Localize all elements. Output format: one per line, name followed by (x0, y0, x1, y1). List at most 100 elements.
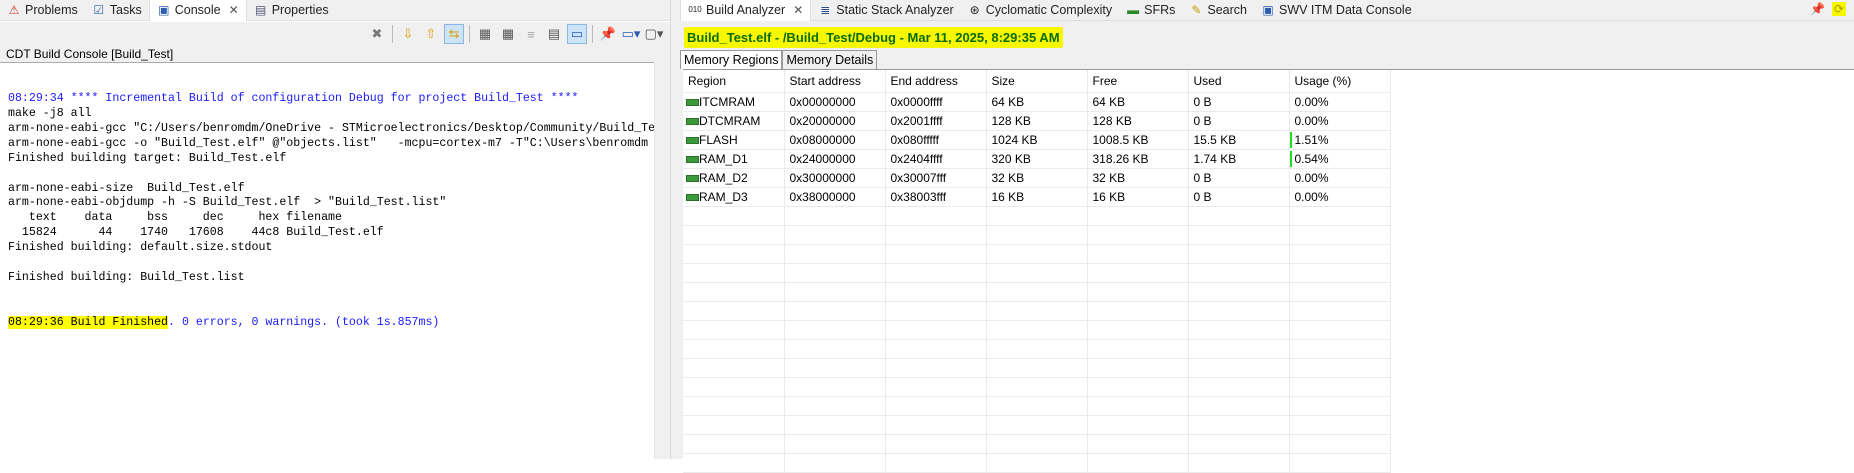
column-header[interactable]: Free (1087, 70, 1189, 93)
console-title: CDT Build Console [Build_Test] (0, 46, 670, 63)
panel-sash[interactable] (670, 0, 680, 459)
show-console-icon[interactable]: ▭ (567, 24, 587, 44)
usage-text: 0.00% (1294, 113, 1329, 128)
table-row[interactable]: RAM_D3 0x38000000 0x38003fff 16 KB 16 KB 0 B 0… (683, 187, 1391, 207)
empty-cell (1289, 396, 1391, 416)
table-header: Region Start address End address Size Free Us… (683, 70, 1391, 93)
close-icon[interactable]: ✕ (793, 3, 803, 17)
display-console-icon[interactable]: ▭▾ (621, 24, 641, 44)
stack-icon: ≣ (820, 3, 831, 17)
clear-console-icon[interactable]: ▤ (544, 24, 564, 44)
table-row[interactable]: RAM_D2 0x30000000 0x30007fff 32 KB 32 KB 0 B 0… (683, 168, 1391, 188)
right-tab-bar: 010 Build Analyzer ✕ ≣ Static Stack Analyze… (680, 0, 1854, 21)
empty-cell (1087, 358, 1189, 378)
table-row[interactable]: ITCMRAM 0x00000000 0x0000ffff 64 KB 64 KB 0 B… (683, 92, 1391, 112)
console-output[interactable]: 08:29:34 **** Incremental Build of confi… (0, 62, 654, 361)
column-header[interactable]: Size (986, 70, 1088, 93)
end-text: 0x30007fff (890, 170, 947, 185)
empty-cell (784, 244, 886, 264)
cell-end: 0x0000ffff (885, 92, 987, 112)
column-header[interactable]: Start address (784, 70, 886, 93)
empty-cell (1087, 434, 1189, 454)
table-row[interactable]: DTCMRAM 0x20000000 0x2001ffff 128 KB 128 KB 0… (683, 111, 1391, 131)
column-header[interactable]: Region (683, 70, 785, 93)
empty-cell (885, 358, 987, 378)
column-header[interactable]: End address (885, 70, 987, 93)
build-file-title: Build_Test.elf - /Build_Test/Debug - Mar… (684, 27, 1063, 48)
tab-memory-regions[interactable]: Memory Regions (680, 50, 783, 69)
column-header[interactable]: Used (1188, 70, 1290, 93)
empty-cell (986, 301, 1088, 321)
cell-used: 0 B (1188, 187, 1290, 207)
pin-console-icon[interactable]: 📌 (598, 24, 618, 44)
tab-problems[interactable]: ⚠ Problems (0, 0, 85, 21)
empty-cell (1289, 415, 1391, 435)
table-row[interactable]: RAM_D1 0x24000000 0x2404ffff 320 KB 318.26 K… (683, 149, 1391, 169)
tab-memory-details[interactable]: Memory Details (782, 50, 878, 69)
tab-build-analyzer[interactable]: 010 Build Analyzer ✕ (680, 0, 812, 21)
word-wrap-icon[interactable]: ≡ (521, 24, 541, 44)
start-text: 0x20000000 (789, 113, 856, 128)
free-text: 64 KB (1092, 94, 1126, 109)
cell-start: 0x00000000 (784, 92, 886, 112)
empty-cell (1289, 339, 1391, 359)
tab-static-stack-analyzer[interactable]: ≣ Static Stack Analyzer (811, 0, 960, 21)
cell-region: DTCMRAM (683, 111, 785, 131)
empty-cell (1289, 434, 1391, 454)
subtab-bar: Memory Regions Memory Details (680, 50, 878, 69)
memory-icon (686, 117, 699, 125)
empty-cell (784, 434, 886, 454)
search-flashlight-icon: ✎ (1191, 3, 1202, 17)
word-wrap-lock-icon[interactable]: ▦ (498, 24, 518, 44)
used-text: 0 B (1193, 170, 1212, 185)
empty-cell (683, 320, 785, 340)
console-scrollbar[interactable] (654, 62, 670, 459)
cell-end: 0x38003fff (885, 187, 987, 207)
link-icon[interactable]: ⇆ (444, 24, 464, 44)
empty-cell (683, 434, 785, 454)
cell-end: 0x2001ffff (885, 111, 987, 131)
empty-cell (1087, 320, 1189, 340)
empty-cell (1289, 282, 1391, 302)
tab-swv-itm-data-console[interactable]: ▣ SWV ITM Data Console (1254, 0, 1419, 21)
scroll-lock-icon[interactable]: ▦ (475, 24, 495, 44)
usage-bar (1289, 131, 1292, 148)
tab-sfrs[interactable]: ▬ SFRs (1119, 0, 1182, 21)
table-row[interactable]: FLASH 0x08000000 0x080fffff 1024 KB 1008.5 K… (683, 130, 1391, 150)
cell-free: 128 KB (1087, 111, 1189, 131)
empty-cell (683, 225, 785, 245)
start-text: 0x38000000 (789, 189, 856, 204)
cell-size: 32 KB (986, 168, 1088, 188)
close-icon[interactable]: ✕ (229, 3, 239, 17)
empty-cell (986, 206, 1088, 226)
empty-cell (784, 320, 886, 340)
next-arrow-down-icon[interactable]: ⇩ (398, 24, 418, 44)
tab-search[interactable]: ✎ Search (1182, 0, 1254, 21)
pin-icon[interactable]: 📌 (1810, 2, 1825, 16)
empty-cell (986, 396, 1088, 416)
size-text: 32 KB (991, 170, 1025, 185)
empty-cell (1087, 301, 1189, 321)
terminate-icon[interactable]: ✖ (367, 24, 387, 44)
refresh-icon[interactable]: ⟳ (1832, 2, 1846, 16)
empty-cell (683, 301, 785, 321)
cell-region: ITCMRAM (683, 92, 785, 112)
empty-cell (885, 263, 987, 283)
tab-console[interactable]: ▣ Console ✕ (148, 0, 247, 21)
empty-cell (683, 206, 785, 226)
tab-tasks[interactable]: ☑ Tasks (85, 0, 149, 21)
tab-properties[interactable]: ▤ Properties (247, 0, 336, 21)
prev-arrow-up-icon[interactable]: ⇧ (421, 24, 441, 44)
cell-start: 0x30000000 (784, 168, 886, 188)
empty-cell (986, 320, 1088, 340)
usage-bar (1289, 150, 1292, 167)
column-header[interactable]: Usage (%) (1289, 70, 1391, 93)
build-analyzer-view: 010 Build Analyzer ✕ ≣ Static Stack Analyze… (680, 0, 1854, 473)
open-console-icon[interactable]: ▢▾ (644, 24, 664, 44)
tab-cyclomatic-complexity[interactable]: ⊛ Cyclomatic Complexity (961, 0, 1119, 21)
empty-cell (1289, 206, 1391, 226)
empty-cell (1289, 453, 1391, 473)
cell-size: 16 KB (986, 187, 1088, 207)
empty-cell (1087, 377, 1189, 397)
